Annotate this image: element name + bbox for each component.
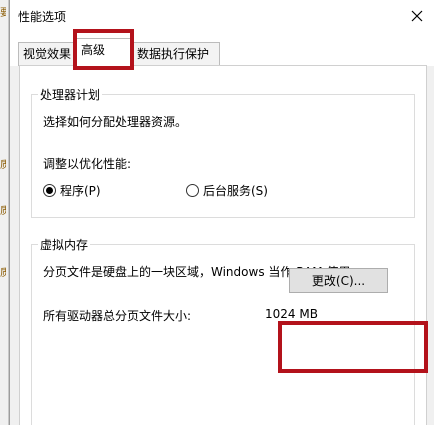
dialog-title: 性能选项 bbox=[18, 10, 67, 24]
background-text: 质 bbox=[0, 268, 6, 279]
tab-visual-effects[interactable]: 视觉效果 bbox=[18, 42, 80, 66]
tab-strip: 视觉效果 数据执行保护 高级 bbox=[10, 34, 434, 67]
radio-selected-dot bbox=[46, 187, 53, 194]
radio-circle bbox=[186, 184, 199, 197]
close-icon bbox=[411, 10, 423, 22]
total-paging-file-value: 1024 MB bbox=[265, 307, 318, 321]
processor-description: 选择如何分配处理器资源。 bbox=[43, 115, 188, 129]
tab-advanced[interactable]: 高级 bbox=[76, 38, 134, 67]
performance-options-dialog: 性能选项 视觉效果 数据执行保护 高级 处理器计划 选择如何分配处理器资源。 调… bbox=[9, 0, 434, 425]
programs-radio-label: 程序(P) bbox=[60, 184, 101, 198]
tab-data-execution-prevention[interactable]: 数据执行保护 bbox=[132, 42, 220, 66]
processor-scheduling-group: 处理器计划 选择如何分配处理器资源。 调整以优化性能: 程序(P) 后台服务(S… bbox=[31, 86, 415, 218]
background-text: 要 bbox=[0, 8, 6, 19]
background-services-radio[interactable]: 后台服务(S) bbox=[186, 182, 268, 199]
title-bar: 性能选项 bbox=[10, 0, 434, 34]
processor-scheduling-legend: 处理器计划 bbox=[38, 86, 103, 103]
background-text: 质 bbox=[0, 206, 6, 217]
adjust-label: 调整以优化性能: bbox=[43, 157, 132, 171]
radio-circle bbox=[43, 184, 56, 197]
virtual-memory-legend: 虚拟内存 bbox=[38, 236, 91, 253]
change-button[interactable]: 更改(C)... bbox=[289, 268, 388, 293]
advanced-tab-panel: 处理器计划 选择如何分配处理器资源。 调整以优化性能: 程序(P) 后台服务(S… bbox=[19, 65, 427, 425]
total-paging-file-label: 所有驱动器总分页文件大小: bbox=[43, 309, 192, 323]
background-window-edge: 要 质 质 质 bbox=[0, 0, 9, 425]
background-text: 质 bbox=[0, 160, 6, 171]
close-button[interactable] bbox=[402, 2, 432, 30]
programs-radio[interactable]: 程序(P) bbox=[43, 182, 101, 199]
background-services-radio-label: 后台服务(S) bbox=[203, 184, 268, 198]
